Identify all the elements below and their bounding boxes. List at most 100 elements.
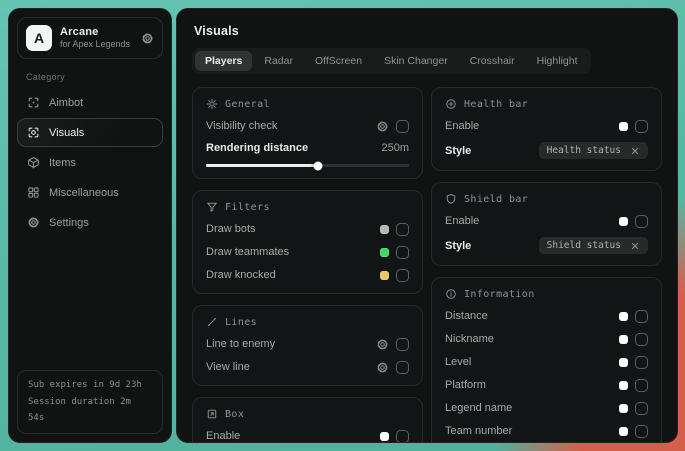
app-title: Arcane: [60, 26, 130, 40]
color-swatch[interactable]: [619, 122, 628, 131]
eye-scan-icon: [27, 126, 40, 139]
row-controls: Health status: [539, 142, 648, 159]
rendering-distance-slider[interactable]: [206, 164, 409, 167]
section-header: Health bar: [445, 98, 648, 110]
section-title: Filters: [225, 202, 270, 213]
color-swatch[interactable]: [619, 358, 628, 367]
color-swatch[interactable]: [619, 427, 628, 436]
sidebar-item-aimbot[interactable]: Aimbot: [17, 88, 163, 117]
gear-icon[interactable]: [376, 338, 389, 351]
color-swatch[interactable]: [619, 312, 628, 321]
style-tag-label: Shield status: [547, 240, 621, 251]
checkbox[interactable]: [396, 246, 409, 259]
gear-icon: [27, 216, 40, 229]
color-swatch[interactable]: [619, 404, 628, 413]
row-label: Nickname: [445, 333, 494, 345]
tab-skin-changer[interactable]: Skin Changer: [374, 51, 458, 71]
color-swatch[interactable]: [380, 225, 389, 234]
row-controls: [619, 333, 648, 346]
tab-highlight[interactable]: Highlight: [527, 51, 588, 71]
checkbox[interactable]: [396, 223, 409, 236]
row-label: Platform: [445, 379, 486, 391]
checkbox[interactable]: [396, 269, 409, 282]
row-label: Enable: [445, 215, 479, 227]
close-icon[interactable]: [630, 146, 640, 156]
row-label: Legend name: [445, 402, 512, 414]
sub-expires-text: Sub expires in 9d 23h: [28, 377, 152, 394]
section-title: Shield bar: [464, 194, 528, 205]
checkbox[interactable]: [396, 120, 409, 133]
row-label: Draw bots: [206, 223, 256, 235]
sidebar-item-miscellaneous[interactable]: Miscellaneous: [17, 178, 163, 207]
row-label: Style: [445, 145, 471, 157]
checkbox[interactable]: [635, 333, 648, 346]
checkbox[interactable]: [396, 338, 409, 351]
app-titles: Arcane for Apex Legends: [60, 26, 130, 51]
checkbox[interactable]: [635, 215, 648, 228]
sidebar-item-label: Visuals: [49, 127, 84, 139]
checkbox[interactable]: [635, 310, 648, 323]
session-duration-text: Session duration 2m 54s: [28, 394, 152, 427]
shield-icon: [445, 193, 457, 205]
row-controls: Shield status: [539, 237, 648, 254]
gear-icon[interactable]: [376, 361, 389, 374]
sun-icon: [206, 98, 218, 110]
color-swatch[interactable]: [380, 271, 389, 280]
section-header: Box: [206, 408, 409, 420]
checkbox[interactable]: [635, 120, 648, 133]
row-label: Team number: [445, 425, 512, 437]
category-label: Category: [26, 72, 163, 82]
tab-players[interactable]: Players: [195, 51, 252, 71]
color-swatch[interactable]: [619, 217, 628, 226]
checkbox[interactable]: [396, 361, 409, 374]
gear-icon[interactable]: [141, 32, 154, 45]
sidebar-item-visuals[interactable]: Visuals: [17, 118, 163, 147]
tab-crosshair[interactable]: Crosshair: [460, 51, 525, 71]
cube-icon: [27, 156, 40, 169]
row-label: Draw knocked: [206, 269, 276, 281]
checkbox[interactable]: [635, 402, 648, 415]
settings-row: Draw bots: [206, 222, 409, 236]
settings-row: Style Health status: [445, 142, 648, 159]
app-header-card: A Arcane for Apex Legends: [17, 17, 163, 59]
settings-row: Draw knocked: [206, 268, 409, 282]
color-swatch[interactable]: [380, 432, 389, 441]
app-window: A Arcane for Apex Legends Category Aimbo…: [8, 8, 678, 443]
row-controls: [380, 430, 409, 443]
style-tag[interactable]: Shield status: [539, 237, 648, 254]
color-swatch[interactable]: [619, 381, 628, 390]
slider-fill: [206, 164, 318, 167]
checkbox[interactable]: [635, 379, 648, 392]
settings-row: Level: [445, 355, 648, 369]
checkbox[interactable]: [396, 430, 409, 443]
close-icon[interactable]: [630, 241, 640, 251]
gear-icon[interactable]: [376, 120, 389, 133]
settings-columns: GeneralVisibility checkRendering distanc…: [192, 87, 662, 443]
checkbox[interactable]: [635, 356, 648, 369]
settings-row: Nickname: [445, 332, 648, 346]
settings-row: Enable: [445, 214, 648, 228]
settings-row: View line: [206, 360, 409, 374]
settings-row: Draw teammates: [206, 245, 409, 259]
color-swatch[interactable]: [380, 248, 389, 257]
style-tag[interactable]: Health status: [539, 142, 648, 159]
sidebar-item-items[interactable]: Items: [17, 148, 163, 177]
checkbox[interactable]: [635, 425, 648, 438]
slider-thumb[interactable]: [313, 161, 322, 170]
row-controls: [380, 246, 409, 259]
sidebar-item-settings[interactable]: Settings: [17, 208, 163, 237]
section-title: Box: [225, 409, 244, 420]
row-controls: [376, 361, 409, 374]
section-lines: LinesLine to enemyView line: [192, 305, 423, 386]
color-swatch[interactable]: [619, 335, 628, 344]
section-title: Lines: [225, 317, 257, 328]
sidebar-item-label: Items: [49, 157, 76, 169]
section-header: Information: [445, 288, 648, 300]
row-controls: [376, 120, 409, 133]
tab-offscreen[interactable]: OffScreen: [305, 51, 372, 71]
tab-bar: PlayersRadarOffScreenSkin ChangerCrossha…: [192, 48, 591, 74]
sidebar: A Arcane for Apex Legends Category Aimbo…: [8, 8, 172, 443]
tab-radar[interactable]: Radar: [254, 51, 303, 71]
row-label: Style: [445, 240, 471, 252]
row-label: Rendering distance: [206, 142, 308, 154]
